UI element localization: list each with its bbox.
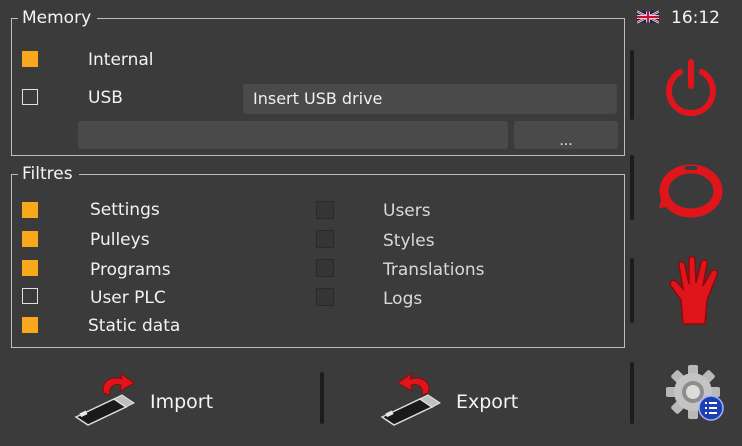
internal-checkbox[interactable] [22,51,38,67]
path-field[interactable] [78,121,508,149]
status-bar: 16:12 [636,0,720,36]
refresh-icon [659,164,723,218]
export-button[interactable]: Export [376,371,519,433]
bottom-separator [320,372,324,424]
main-panel: Memory Internal USB Insert USB drive ...… [0,0,627,446]
settings-gear-icon [666,365,724,421]
internal-label: Internal [88,50,154,70]
side-separator-4 [630,362,634,424]
clock: 16:12 [671,8,720,28]
uk-flag-icon [636,9,660,28]
filter-settings-checkbox[interactable] [22,202,38,218]
filter-settings-label: Settings [90,200,160,220]
usb-checkbox[interactable] [22,89,38,105]
filter-pulleys-checkbox[interactable] [22,231,38,247]
filter-user-plc-checkbox[interactable] [22,288,38,304]
filter-static-data-checkbox[interactable] [22,317,38,333]
usb-label: USB [88,88,123,108]
filter-user-plc-label: User PLC [90,288,166,308]
side-separator-3 [630,258,634,323]
filter-translations-label: Translations [383,260,485,280]
stop-hand-icon [669,255,719,325]
memory-title: Memory [18,7,98,29]
filter-pulleys-label: Pulleys [90,230,150,250]
filter-logs-checkbox[interactable] [316,288,334,306]
usb-import-icon [70,371,144,433]
power-button[interactable] [661,56,721,117]
filter-styles-label: Styles [383,231,435,251]
stop-button[interactable] [665,255,721,326]
usb-status-field: Insert USB drive [243,84,617,114]
filter-translations-checkbox[interactable] [316,259,334,277]
browse-button[interactable]: ... [514,121,618,149]
usb-export-icon [376,371,450,433]
filter-programs-label: Programs [90,260,171,280]
settings-button[interactable] [665,362,727,424]
side-separator-1 [630,50,634,120]
side-panel: 16:12 [627,0,742,446]
import-label: Import [150,391,214,413]
filter-users-checkbox[interactable] [316,201,334,219]
filter-programs-checkbox[interactable] [22,260,38,276]
power-icon [666,59,716,117]
refresh-button[interactable] [657,162,725,220]
import-button[interactable]: Import [70,371,214,433]
filter-styles-checkbox[interactable] [316,230,334,248]
filter-users-label: Users [383,201,431,221]
filter-logs-label: Logs [383,289,423,309]
filter-static-data-label: Static data [88,316,181,336]
filters-title: Filtres [18,163,79,185]
export-label: Export [456,391,519,413]
side-separator-2 [630,155,634,220]
